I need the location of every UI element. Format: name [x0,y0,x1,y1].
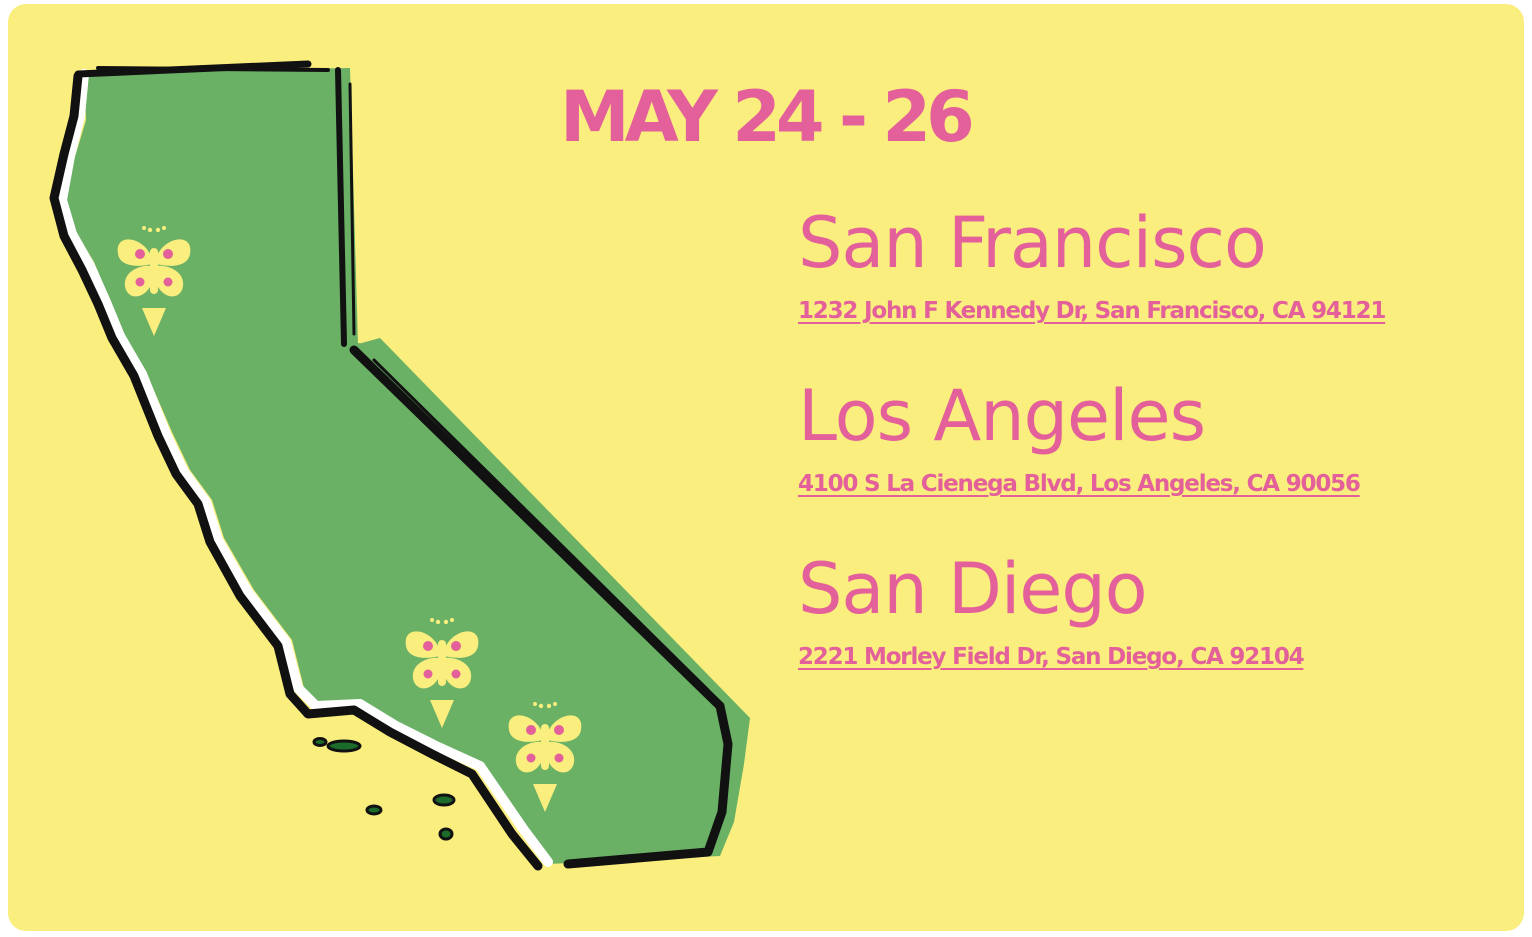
city-name: San Diego [798,548,1148,630]
address-link[interactable]: 2221 Morley Field Dr, San Diego, CA 9210… [798,644,1305,670]
location-los-angeles: Los Angeles 4100 S La Cienega Blvd, Los … [798,375,1508,548]
address-link[interactable]: 1232 John F Kennedy Dr, San Francisco, C… [798,298,1386,324]
city-name: San Francisco [798,202,1267,284]
location-san-diego: San Diego 2221 Morley Field Dr, San Dieg… [798,548,1508,721]
event-locations-card: MAY 24 - 26 San Francisco 1232 John F Ke… [8,4,1524,931]
city-name: Los Angeles [798,375,1206,457]
event-dates-heading: MAY 24 - 26 [560,76,975,158]
address-link[interactable]: 4100 S La Cienega Blvd, Los Angeles, CA … [798,471,1361,497]
locations-list: San Francisco 1232 John F Kennedy Dr, Sa… [798,202,1508,721]
location-san-francisco: San Francisco 1232 John F Kennedy Dr, Sa… [798,202,1508,375]
